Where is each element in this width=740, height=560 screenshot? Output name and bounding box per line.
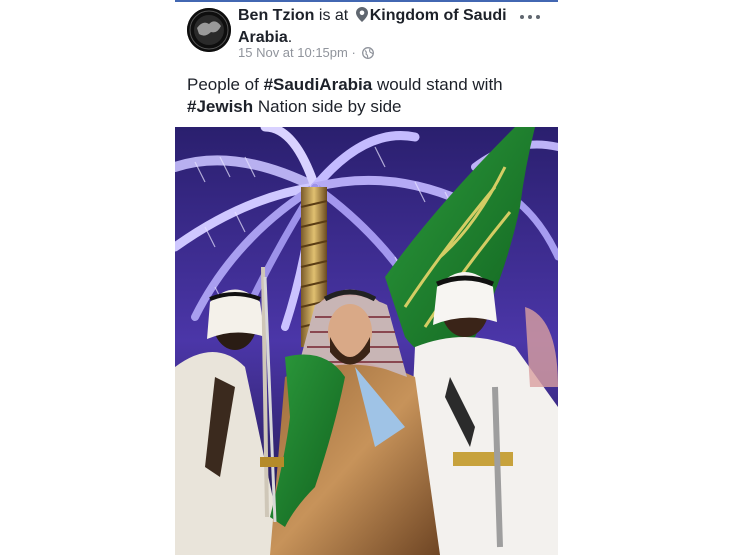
hashtag-saudiarabia[interactable]: #SaudiArabia — [264, 75, 373, 94]
post-header: Ben Tzion is at Kingdom of Saudi Arabia. — [238, 6, 508, 48]
author-name[interactable]: Ben Tzion — [238, 7, 314, 24]
post-text-part1: People of — [187, 75, 264, 94]
facebook-post-card: Ben Tzion is at Kingdom of Saudi Arabia.… — [170, 0, 562, 555]
post-text-part2: would stand with — [372, 75, 503, 94]
hashtag-jewish[interactable]: #Jewish — [187, 97, 253, 116]
top-accent-line — [175, 0, 558, 2]
post-text-part3: Nation side by side — [253, 97, 402, 116]
meta-separator: · — [351, 45, 356, 60]
author-avatar[interactable] — [187, 8, 231, 52]
is-at-text: is at — [318, 7, 349, 24]
more-options-icon[interactable] — [518, 10, 544, 24]
location-suffix: . — [287, 29, 293, 46]
post-meta: 15 Nov at 10:15pm · — [238, 45, 375, 63]
post-photo[interactable] — [170, 122, 562, 555]
post-text: People of #SaudiArabia would stand with … — [187, 74, 547, 118]
post-timestamp[interactable]: 15 Nov at 10:15pm — [238, 45, 348, 60]
globe-icon — [362, 47, 375, 63]
location-pin-icon — [355, 7, 368, 28]
